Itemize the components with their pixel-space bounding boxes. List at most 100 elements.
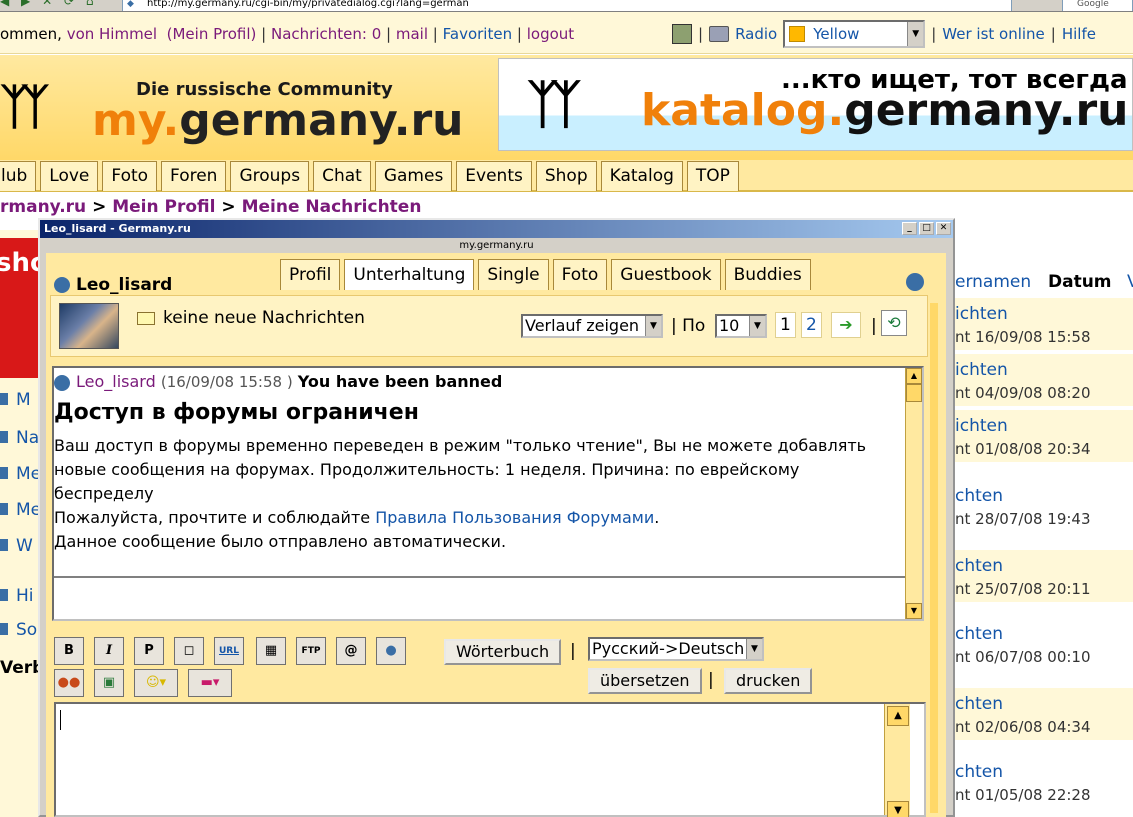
message-divider bbox=[54, 576, 908, 578]
per-page-select[interactable]: 10 ▼ bbox=[715, 314, 767, 338]
user-status-icon[interactable] bbox=[906, 273, 924, 291]
smiley-icon[interactable]: ☺▾ bbox=[134, 669, 178, 697]
message-input[interactable]: ▲ ▼ bbox=[54, 702, 926, 817]
forum-rules-link[interactable]: Правила Пользования Форумами bbox=[375, 508, 654, 527]
col-header-date[interactable]: Datum bbox=[1048, 272, 1112, 292]
next-page-icon[interactable]: ➔ bbox=[831, 312, 861, 338]
nav-tab-chat[interactable]: Chat bbox=[313, 161, 371, 191]
mein-profil-link[interactable]: (Mein Profil) bbox=[167, 25, 257, 43]
user-tag-icon[interactable]: ● bbox=[376, 637, 406, 665]
col-header-name[interactable]: ernamen bbox=[955, 272, 1031, 292]
group-icon[interactable]: ●● bbox=[54, 669, 84, 697]
image-icon[interactable]: ▣ bbox=[94, 669, 124, 697]
language-select[interactable]: Русский->Deutsch ▼ bbox=[588, 637, 764, 661]
sidebar-item[interactable]: M bbox=[0, 390, 40, 420]
username-link[interactable]: von Himmel bbox=[67, 25, 157, 43]
favoriten-link[interactable]: Favoriten bbox=[443, 25, 512, 43]
close-icon[interactable]: ✕ bbox=[936, 222, 951, 235]
nachrichten-link[interactable]: Nachrichten: 0 bbox=[271, 25, 381, 43]
bold-button[interactable]: B bbox=[54, 637, 84, 665]
message-author[interactable]: Leo_lisard bbox=[76, 372, 156, 391]
list-item[interactable]: chten nt 01/05/08 22:28 bbox=[955, 756, 1133, 808]
mail-link[interactable]: mail bbox=[396, 25, 428, 43]
browser-nav-buttons[interactable]: ◀ ▶ ✕ ⟳ ⌂ bbox=[0, 0, 97, 8]
tab-guestbook[interactable]: Guestbook bbox=[611, 259, 721, 290]
scroll-down-icon[interactable]: ▼ bbox=[906, 603, 922, 619]
film-icon[interactable]: ▦ bbox=[256, 637, 286, 665]
window-titlebar[interactable]: Leo_lisard - Germany.ru _ □ ✕ bbox=[40, 220, 953, 238]
nav-tab-games[interactable]: Games bbox=[374, 161, 453, 191]
radio-link[interactable]: Radio bbox=[735, 25, 777, 43]
history-select[interactable]: Verlauf zeigen ▼ bbox=[521, 314, 663, 338]
google-search-input[interactable]: Google bbox=[1062, 0, 1133, 11]
refresh-icon[interactable]: ⟲ bbox=[881, 310, 907, 336]
list-item[interactable]: chten nt 28/07/08 19:43 bbox=[955, 480, 1133, 532]
breadcrumb-profil[interactable]: Mein Profil bbox=[112, 197, 215, 217]
list-item[interactable]: ichten nt 01/08/08 20:34 bbox=[955, 410, 1133, 462]
tab-unterhaltung[interactable]: Unterhaltung bbox=[344, 259, 475, 290]
message-scrollbar[interactable]: ▲ ▼ bbox=[905, 368, 922, 619]
email-button[interactable]: @ bbox=[336, 637, 366, 665]
tab-foto[interactable]: Foto bbox=[552, 259, 608, 290]
scroll-thumb[interactable] bbox=[906, 384, 922, 402]
wer-ist-online-link[interactable]: Wer ist online bbox=[942, 25, 1045, 43]
tab-profil[interactable]: Profil bbox=[280, 259, 341, 290]
tool-icon[interactable] bbox=[672, 24, 692, 44]
breadcrumb-nachrichten[interactable]: Meine Nachrichten bbox=[242, 197, 422, 217]
scroll-up-icon[interactable]: ▲ bbox=[906, 368, 922, 384]
composer-scrollbar[interactable]: ▲ ▼ bbox=[884, 704, 910, 817]
nav-tab-events[interactable]: Events bbox=[456, 161, 532, 191]
url-button[interactable]: URL bbox=[214, 637, 244, 665]
ftp-button[interactable]: FTP bbox=[296, 637, 326, 665]
color-picker-icon[interactable]: ▬▾ bbox=[188, 669, 232, 697]
tab-buddies[interactable]: Buddies bbox=[724, 259, 811, 290]
minimize-icon[interactable]: _ bbox=[902, 222, 917, 235]
drucken-button[interactable]: drucken bbox=[724, 668, 813, 694]
page-2[interactable]: 2 bbox=[801, 312, 822, 338]
sidebar-item[interactable]: So bbox=[0, 620, 40, 650]
color-theme-select[interactable]: Yellow ▼ bbox=[783, 20, 926, 48]
sidebar-item[interactable]: Na bbox=[0, 428, 40, 458]
list-item[interactable]: ichten nt 04/09/08 08:20 bbox=[955, 354, 1133, 406]
list-item[interactable]: chten nt 06/07/08 00:10 bbox=[955, 618, 1133, 670]
avatar[interactable] bbox=[59, 303, 119, 349]
maximize-icon[interactable]: □ bbox=[919, 222, 934, 235]
sidebar-item[interactable]: Me bbox=[0, 500, 40, 530]
nav-tab-groups[interactable]: Groups bbox=[230, 161, 310, 191]
logout-link[interactable]: logout bbox=[527, 25, 574, 43]
page-1[interactable]: 1 bbox=[775, 312, 796, 338]
sidebar-item[interactable]: Me bbox=[0, 464, 40, 494]
hilfe-link[interactable]: Hilfe bbox=[1062, 25, 1096, 43]
nav-tab-foren[interactable]: Foren bbox=[161, 161, 227, 191]
nav-tab-top[interactable]: TOP bbox=[686, 161, 739, 191]
scroll-down-icon[interactable]: ▼ bbox=[887, 801, 909, 817]
nav-tab-foto[interactable]: Foto bbox=[102, 161, 158, 191]
uebersetzen-button[interactable]: übersetzen bbox=[588, 668, 702, 694]
paragraph-button[interactable]: P bbox=[134, 637, 164, 665]
sidebar-item[interactable]: Hi bbox=[0, 586, 40, 616]
scroll-up-icon[interactable]: ▲ bbox=[887, 706, 909, 726]
go-button[interactable] bbox=[1018, 0, 1058, 11]
sidebar-item[interactable]: W bbox=[0, 536, 40, 566]
nav-tab-katalog[interactable]: Katalog bbox=[600, 161, 683, 191]
chevron-down-icon[interactable]: ▼ bbox=[907, 22, 924, 46]
woerterbuch-button[interactable]: Wörterbuch bbox=[444, 639, 562, 665]
list-item[interactable]: chten nt 25/07/08 20:11 bbox=[955, 550, 1133, 602]
site-logo[interactable]: Die russische Community ᛉᛉ my.germany.ru bbox=[0, 73, 464, 153]
list-item[interactable]: chten nt 02/06/08 04:34 bbox=[955, 688, 1133, 740]
bullet-icon bbox=[0, 393, 8, 405]
nav-tab-shop[interactable]: Shop bbox=[535, 161, 597, 191]
shop-banner[interactable]: sho bbox=[0, 238, 40, 378]
list-item[interactable]: ichten nt 16/09/08 15:58 bbox=[955, 298, 1133, 350]
radio-icon[interactable] bbox=[709, 26, 730, 42]
nav-tab-love[interactable]: Love bbox=[40, 161, 99, 191]
katalog-banner[interactable]: ...кто ищет, тот всегда на ᛉᛉ katalog.ge… bbox=[498, 58, 1133, 151]
address-bar[interactable]: ◆ http://my.germany.ru/cgi-bin/my/privat… bbox=[122, 0, 1012, 11]
quote-icon[interactable]: ◻ bbox=[174, 637, 204, 665]
italic-button[interactable]: I bbox=[94, 637, 124, 665]
tab-single[interactable]: Single bbox=[478, 259, 549, 290]
nav-tab-club[interactable]: lub bbox=[0, 161, 37, 191]
bullet-icon bbox=[0, 467, 8, 479]
col-header-extra[interactable]: V bbox=[1127, 272, 1133, 292]
breadcrumb-root[interactable]: rmany.ru bbox=[0, 197, 86, 217]
